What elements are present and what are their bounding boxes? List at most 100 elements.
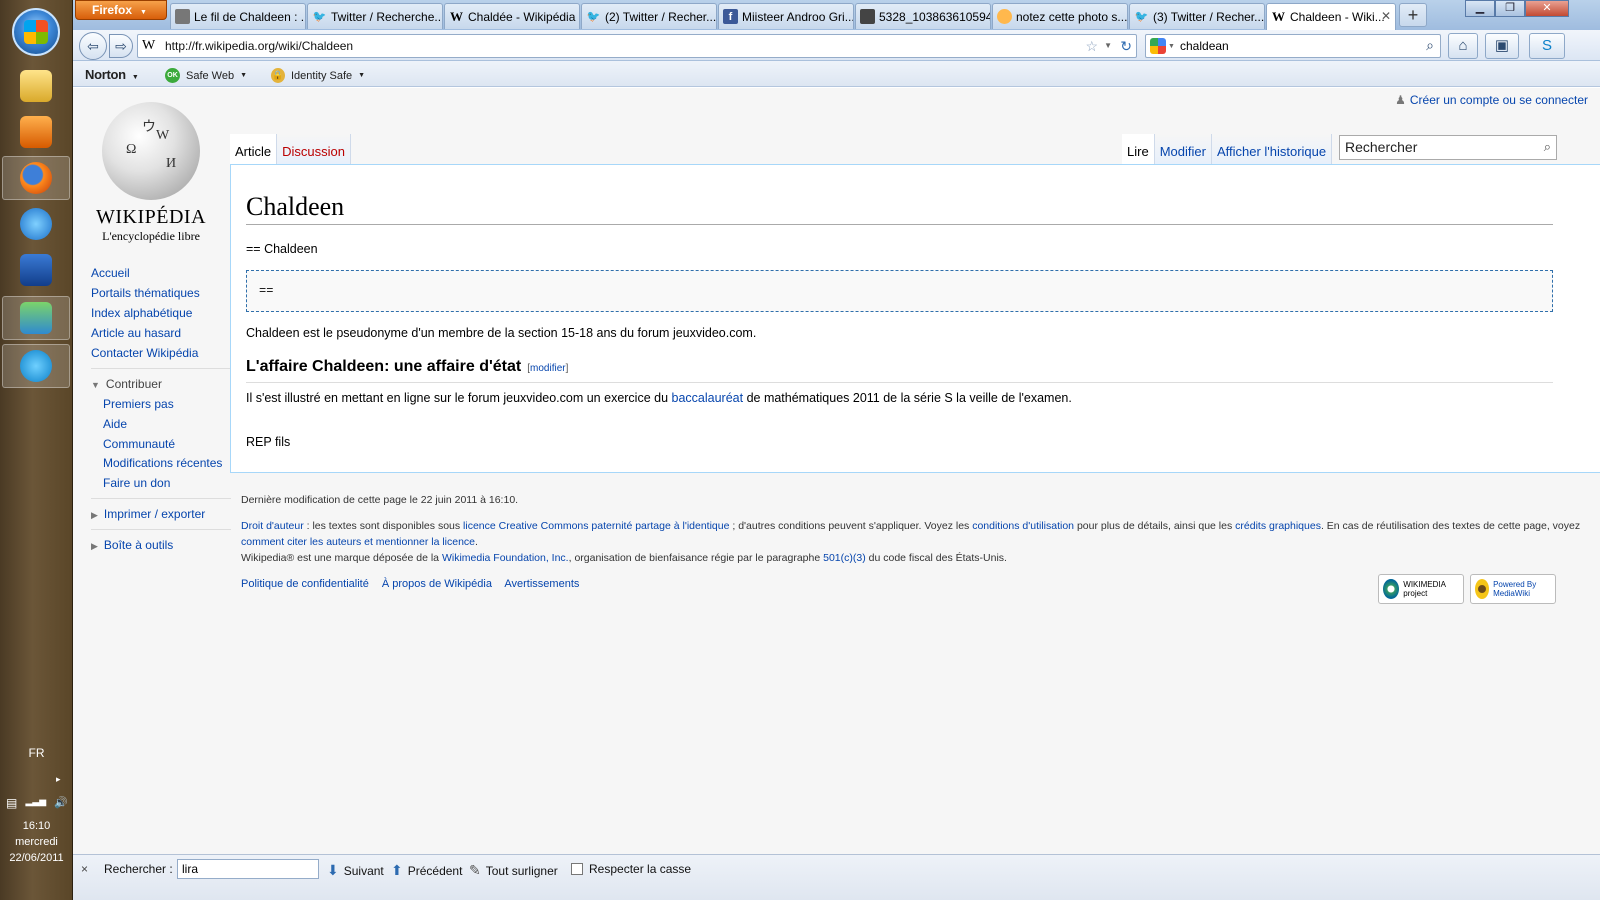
trademark-text: Wikipedia® est une marque déposée de la … <box>241 552 1007 564</box>
minimize-button[interactable]: ▁ <box>1465 0 1495 17</box>
sidebar-item-communaute[interactable]: Communauté <box>103 437 231 451</box>
home-button[interactable]: ⌂ <box>1448 33 1478 59</box>
preformatted-block: == <box>246 270 1553 312</box>
bookmark-star-icon[interactable]: ☆ <box>1085 38 1098 55</box>
edit-section-link[interactable]: [modifier] <box>527 363 568 374</box>
tab[interactable]: 🐦 (2) Twitter / Recher... <box>581 3 717 29</box>
windows-taskbar: FR ▸ ▤ ▂▃▅ 🔊 16:10 mercredi 22/06/2011 <box>0 0 73 900</box>
google-icon[interactable] <box>1150 38 1166 54</box>
find-previous-button[interactable]: ⬆ Précédent <box>391 862 462 879</box>
wikimedia-icon <box>1383 579 1400 599</box>
match-case-checkbox[interactable]: Respecter la casse <box>571 862 691 876</box>
network-icon[interactable]: ▂▃▅ <box>25 796 46 810</box>
find-label: Rechercher : <box>104 862 173 876</box>
show-hidden-icons-arrow[interactable]: ▸ <box>56 774 61 785</box>
reload-icon[interactable]: ↻ <box>1120 38 1132 55</box>
maximize-button[interactable]: ❐ <box>1495 0 1525 17</box>
volume-icon[interactable]: 🔊 <box>54 796 68 810</box>
tab-article[interactable]: Article <box>230 134 278 164</box>
taskbar-skype[interactable] <box>2 344 70 388</box>
tab-modifier[interactable]: Modifier <box>1154 134 1212 164</box>
wikipedia-icon: W <box>1272 9 1285 24</box>
tab-lire[interactable]: Lire <box>1122 134 1155 164</box>
search-bar[interactable]: ▼ chaldean ⌕ <box>1145 34 1441 58</box>
terms-link[interactable]: conditions d'utilisation <box>972 520 1074 532</box>
arrow-up-icon: ⬆ <box>391 862 403 878</box>
wiki-search-input[interactable]: Rechercher ⌕ <box>1339 135 1557 160</box>
history-dropdown-icon[interactable]: ▼ <box>1104 41 1112 50</box>
bookmarks-button[interactable]: ▣ <box>1485 33 1519 59</box>
tab-historique[interactable]: Afficher l'historique <box>1211 134 1333 164</box>
credits-link[interactable]: crédits graphiques <box>1235 520 1321 532</box>
new-tab-button[interactable]: + <box>1399 3 1427 27</box>
triangle-down-icon: ▼ <box>91 380 100 390</box>
copyright-link[interactable]: Droit d'auteur <box>241 520 304 532</box>
sidebar-section-imprimer[interactable]: ▶ Imprimer / exporter <box>91 507 231 521</box>
find-input[interactable]: lira <box>177 859 319 879</box>
safe-web-button[interactable]: OK Safe Web ▼ <box>165 68 247 83</box>
tab-discussion[interactable]: Discussion <box>277 134 351 164</box>
sidebar-section-contribuer[interactable]: ▼ Contribuer <box>91 377 231 391</box>
close-tab-icon[interactable]: ✕ <box>1381 9 1391 23</box>
sidebar-section-outils[interactable]: ▶ Boîte à outils <box>91 538 231 552</box>
language-indicator[interactable]: FR <box>0 746 73 760</box>
baccalaureat-link[interactable]: baccalauréat <box>672 391 744 405</box>
skype-toolbar-button[interactable]: S <box>1529 33 1565 59</box>
url-text[interactable]: http://fr.wikipedia.org/wiki/Chaldeen <box>165 39 353 53</box>
start-button[interactable] <box>12 8 60 56</box>
sidebar-item-contacter[interactable]: Contacter Wikipédia <box>91 346 231 360</box>
tab[interactable]: 🐦 (3) Twitter / Recher... <box>1129 3 1265 29</box>
citation-link[interactable]: comment citer les auteurs et mentionner … <box>241 536 475 548</box>
sidebar-item-portails[interactable]: Portails thématiques <box>91 286 231 300</box>
disclaimer-link[interactable]: Avertissements <box>504 578 579 590</box>
sidebar-item-modifications-recentes[interactable]: Modifications récentes <box>103 457 231 470</box>
back-button[interactable]: ⇦ <box>79 32 107 60</box>
firefox-icon <box>20 162 52 194</box>
sidebar-item-hasard[interactable]: Article au hasard <box>91 326 231 340</box>
taskbar-explorer[interactable] <box>2 64 70 108</box>
sidebar-item-accueil[interactable]: Accueil <box>91 266 231 280</box>
taskbar-firefox[interactable] <box>2 156 70 200</box>
privacy-link[interactable]: Politique de confidentialité <box>241 578 369 590</box>
clock[interactable]: 16:10 mercredi 22/06/2011 <box>0 818 73 866</box>
sidebar-item-faire-un-don[interactable]: Faire un don <box>103 476 231 490</box>
tab-active[interactable]: W Chaldeen - Wiki... ✕ <box>1266 3 1396 30</box>
tab[interactable]: notez cette photo s... <box>992 3 1128 29</box>
tab[interactable]: Le fil de Chaldeen : ... <box>170 3 306 29</box>
tab[interactable]: W Chaldée - Wikipédia <box>444 3 580 29</box>
identity-safe-button[interactable]: 🔒 Identity Safe ▼ <box>271 68 365 83</box>
sidebar-item-index[interactable]: Index alphabétique <box>91 306 231 320</box>
501c3-link[interactable]: 501(c)(3) <box>823 552 866 564</box>
search-input[interactable]: chaldean <box>1180 39 1229 53</box>
tab[interactable]: 🐦 Twitter / Recherche... <box>307 3 443 29</box>
create-account-link[interactable]: ♟ Créer un compte ou se connecter <box>1395 93 1588 107</box>
wikimedia-foundation-link[interactable]: Wikimedia Foundation, Inc. <box>442 552 569 564</box>
wikipedia-logo[interactable]: ΩWИウ WIKIPÉDIA L'encyclopédie libre <box>87 102 215 243</box>
twitter-icon: 🐦 <box>1134 11 1149 23</box>
taskbar-media-player[interactable] <box>2 110 70 154</box>
action-center-icon[interactable]: ▤ <box>6 796 17 810</box>
search-icon[interactable]: ⌕ <box>1544 139 1551 155</box>
taskbar-internet-explorer[interactable] <box>2 202 70 246</box>
norton-logo[interactable]: Norton ▼ <box>85 67 139 82</box>
firefox-menu-button[interactable]: Firefox ▼ <box>75 0 167 20</box>
close-findbar-icon[interactable]: × <box>81 862 88 876</box>
sidebar-item-premiers-pas[interactable]: Premiers pas <box>103 397 231 411</box>
firefox-window: Firefox ▼ Le fil de Chaldeen : ... 🐦 Twitt… <box>73 0 1600 900</box>
search-icon[interactable]: ⌕ <box>1426 37 1434 54</box>
license-link[interactable]: licence Creative Commons paternité parta… <box>463 520 729 532</box>
sidebar-item-aide[interactable]: Aide <box>103 417 231 431</box>
tab[interactable]: f Miisteer Androo Gri... <box>718 3 854 29</box>
taskbar-messenger[interactable] <box>2 296 70 340</box>
taskbar-king[interactable] <box>2 248 70 292</box>
close-window-button[interactable]: ✕ <box>1525 0 1569 17</box>
chevron-down-icon[interactable]: ▼ <box>1168 43 1175 50</box>
about-link[interactable]: À propos de Wikipédia <box>382 578 492 590</box>
find-next-button[interactable]: ⬇ Suivant <box>327 862 384 879</box>
highlight-all-button[interactable]: ✎ Tout surligner <box>469 862 558 879</box>
url-bar[interactable]: W http://fr.wikipedia.org/wiki/Chaldeen … <box>137 34 1137 58</box>
tab[interactable]: 5328_103863610594... <box>855 3 991 29</box>
mediawiki-badge[interactable]: Powered By MediaWiki <box>1470 574 1556 604</box>
wikimedia-badge[interactable]: WIKIMEDIA project <box>1378 574 1464 604</box>
forward-button[interactable]: ⇨ <box>109 34 133 58</box>
